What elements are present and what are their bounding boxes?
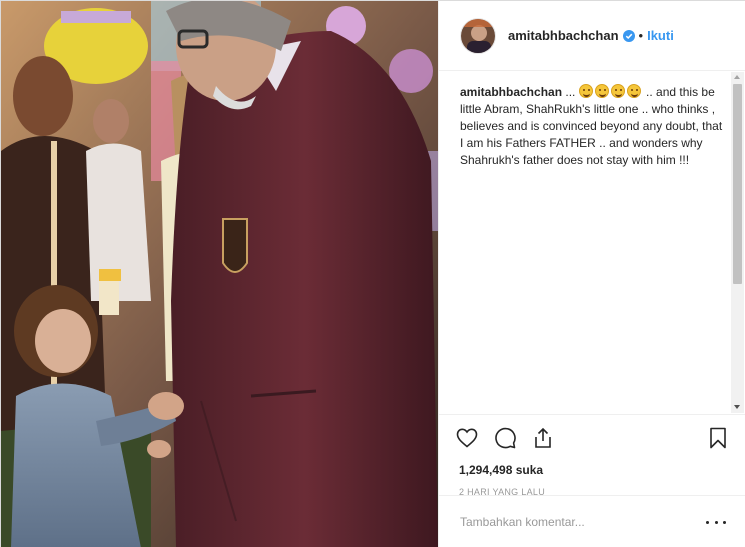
bookmark-icon — [710, 427, 726, 449]
post-side-panel: amitabhbachchan • Ikuti amitabhbachchan … — [438, 1, 745, 547]
comment-icon — [495, 427, 516, 449]
more-options-button[interactable] — [706, 517, 726, 527]
caption-scrollbar[interactable] — [731, 72, 744, 413]
share-button[interactable] — [531, 426, 555, 450]
post-actions: 1,294,498 suka 2 HARI YANG LALU — [439, 414, 745, 504]
header-separator: • — [638, 28, 644, 43]
post-photo[interactable] — [1, 1, 438, 547]
post-username[interactable]: amitabhbachchan — [508, 28, 619, 43]
scrollbar-thumb[interactable] — [733, 84, 742, 284]
caption-username[interactable]: amitabhbachchan — [460, 85, 562, 99]
add-comment-section — [439, 495, 745, 547]
avatar[interactable] — [460, 17, 496, 54]
save-button[interactable] — [706, 426, 730, 450]
emoji-smiling-icon — [626, 84, 641, 98]
action-buttons-row — [455, 423, 730, 453]
more-options-dot — [714, 520, 718, 524]
emoji-smiling-icon — [610, 84, 625, 98]
more-options-dot — [706, 520, 709, 524]
scroll-down-arrow-icon[interactable] — [734, 405, 740, 409]
comment-button[interactable] — [493, 426, 517, 450]
heart-icon — [456, 428, 478, 448]
post-window: amitabhbachchan • Ikuti amitabhbachchan … — [0, 0, 745, 547]
post-header: amitabhbachchan • Ikuti — [439, 1, 745, 71]
verified-badge-icon — [622, 29, 635, 42]
like-button[interactable] — [455, 426, 479, 450]
comment-input[interactable] — [460, 515, 706, 529]
emoji-laughing-icon — [594, 84, 609, 98]
caption-prefix: ... — [562, 85, 579, 99]
post-photo-image — [1, 1, 438, 547]
scroll-up-arrow-icon[interactable] — [734, 75, 740, 79]
likes-count[interactable]: 1,294,498 suka — [455, 463, 730, 477]
avatar-image — [461, 18, 495, 53]
follow-button[interactable]: Ikuti — [647, 28, 674, 43]
more-options-dot — [723, 520, 726, 524]
caption-area: amitabhbachchan ... .. and this be littl… — [439, 72, 745, 412]
share-icon — [535, 427, 551, 448]
emoji-laughing-icon — [578, 84, 593, 98]
caption: amitabhbachchan ... .. and this be littl… — [460, 84, 725, 169]
